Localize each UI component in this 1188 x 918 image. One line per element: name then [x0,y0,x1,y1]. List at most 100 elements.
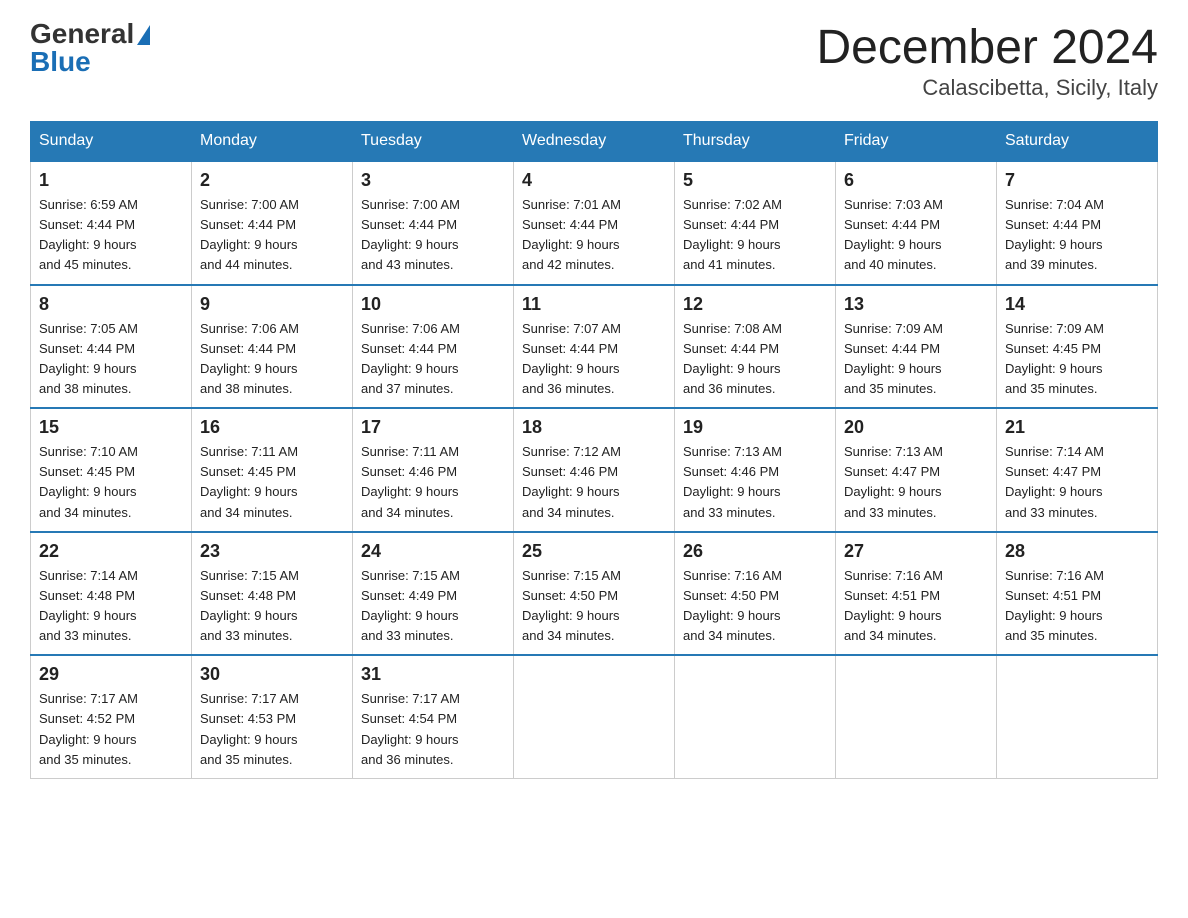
col-monday: Monday [192,122,353,162]
day-number: 8 [39,294,183,315]
col-wednesday: Wednesday [514,122,675,162]
day-number: 12 [683,294,827,315]
day-number: 3 [361,170,505,191]
calendar-cell: 8 Sunrise: 7:05 AMSunset: 4:44 PMDayligh… [31,285,192,409]
day-number: 20 [844,417,988,438]
logo: General Blue [30,20,150,76]
day-number: 16 [200,417,344,438]
day-detail: Sunrise: 7:16 AMSunset: 4:51 PMDaylight:… [844,568,943,643]
day-detail: Sunrise: 7:15 AMSunset: 4:50 PMDaylight:… [522,568,621,643]
calendar-week-row: 22 Sunrise: 7:14 AMSunset: 4:48 PMDaylig… [31,532,1158,656]
day-number: 9 [200,294,344,315]
calendar-cell: 28 Sunrise: 7:16 AMSunset: 4:51 PMDaylig… [997,532,1158,656]
day-detail: Sunrise: 7:15 AMSunset: 4:48 PMDaylight:… [200,568,299,643]
day-detail: Sunrise: 7:17 AMSunset: 4:53 PMDaylight:… [200,691,299,766]
calendar-cell: 13 Sunrise: 7:09 AMSunset: 4:44 PMDaylig… [836,285,997,409]
calendar-cell: 3 Sunrise: 7:00 AMSunset: 4:44 PMDayligh… [353,161,514,285]
calendar-table: Sunday Monday Tuesday Wednesday Thursday… [30,121,1158,779]
day-number: 28 [1005,541,1149,562]
page-header: General Blue December 2024 Calascibetta,… [30,20,1158,101]
calendar-cell: 6 Sunrise: 7:03 AMSunset: 4:44 PMDayligh… [836,161,997,285]
day-detail: Sunrise: 7:16 AMSunset: 4:51 PMDaylight:… [1005,568,1104,643]
day-detail: Sunrise: 7:06 AMSunset: 4:44 PMDaylight:… [361,321,460,396]
col-sunday: Sunday [31,122,192,162]
title-block: December 2024 Calascibetta, Sicily, Ital… [816,20,1158,101]
calendar-cell: 4 Sunrise: 7:01 AMSunset: 4:44 PMDayligh… [514,161,675,285]
day-detail: Sunrise: 7:04 AMSunset: 4:44 PMDaylight:… [1005,197,1104,272]
day-detail: Sunrise: 7:09 AMSunset: 4:45 PMDaylight:… [1005,321,1104,396]
calendar-cell: 9 Sunrise: 7:06 AMSunset: 4:44 PMDayligh… [192,285,353,409]
calendar-cell: 31 Sunrise: 7:17 AMSunset: 4:54 PMDaylig… [353,655,514,778]
col-tuesday: Tuesday [353,122,514,162]
day-detail: Sunrise: 7:10 AMSunset: 4:45 PMDaylight:… [39,444,138,519]
day-detail: Sunrise: 7:15 AMSunset: 4:49 PMDaylight:… [361,568,460,643]
calendar-cell: 18 Sunrise: 7:12 AMSunset: 4:46 PMDaylig… [514,408,675,532]
day-detail: Sunrise: 7:01 AMSunset: 4:44 PMDaylight:… [522,197,621,272]
day-number: 26 [683,541,827,562]
logo-general-text: General [30,18,134,49]
day-number: 27 [844,541,988,562]
day-number: 17 [361,417,505,438]
day-number: 29 [39,664,183,685]
day-number: 6 [844,170,988,191]
day-detail: Sunrise: 7:11 AMSunset: 4:46 PMDaylight:… [361,444,459,519]
day-number: 30 [200,664,344,685]
day-detail: Sunrise: 7:07 AMSunset: 4:44 PMDaylight:… [522,321,621,396]
calendar-cell: 5 Sunrise: 7:02 AMSunset: 4:44 PMDayligh… [675,161,836,285]
day-number: 5 [683,170,827,191]
logo-triangle-icon [137,25,150,45]
day-number: 23 [200,541,344,562]
calendar-cell [997,655,1158,778]
col-friday: Friday [836,122,997,162]
calendar-cell: 21 Sunrise: 7:14 AMSunset: 4:47 PMDaylig… [997,408,1158,532]
day-number: 14 [1005,294,1149,315]
calendar-cell: 15 Sunrise: 7:10 AMSunset: 4:45 PMDaylig… [31,408,192,532]
col-thursday: Thursday [675,122,836,162]
page-subtitle: Calascibetta, Sicily, Italy [816,75,1158,101]
day-detail: Sunrise: 7:09 AMSunset: 4:44 PMDaylight:… [844,321,943,396]
day-detail: Sunrise: 7:00 AMSunset: 4:44 PMDaylight:… [200,197,299,272]
calendar-cell [836,655,997,778]
day-detail: Sunrise: 7:00 AMSunset: 4:44 PMDaylight:… [361,197,460,272]
day-detail: Sunrise: 6:59 AMSunset: 4:44 PMDaylight:… [39,197,138,272]
calendar-week-row: 15 Sunrise: 7:10 AMSunset: 4:45 PMDaylig… [31,408,1158,532]
calendar-cell: 2 Sunrise: 7:00 AMSunset: 4:44 PMDayligh… [192,161,353,285]
calendar-cell: 10 Sunrise: 7:06 AMSunset: 4:44 PMDaylig… [353,285,514,409]
day-number: 24 [361,541,505,562]
calendar-cell: 23 Sunrise: 7:15 AMSunset: 4:48 PMDaylig… [192,532,353,656]
day-detail: Sunrise: 7:03 AMSunset: 4:44 PMDaylight:… [844,197,943,272]
day-detail: Sunrise: 7:13 AMSunset: 4:47 PMDaylight:… [844,444,943,519]
calendar-header-row: Sunday Monday Tuesday Wednesday Thursday… [31,122,1158,162]
calendar-cell: 7 Sunrise: 7:04 AMSunset: 4:44 PMDayligh… [997,161,1158,285]
day-detail: Sunrise: 7:12 AMSunset: 4:46 PMDaylight:… [522,444,621,519]
day-number: 2 [200,170,344,191]
logo-blue-text: Blue [30,46,91,77]
calendar-cell: 29 Sunrise: 7:17 AMSunset: 4:52 PMDaylig… [31,655,192,778]
day-detail: Sunrise: 7:02 AMSunset: 4:44 PMDaylight:… [683,197,782,272]
day-detail: Sunrise: 7:17 AMSunset: 4:54 PMDaylight:… [361,691,460,766]
day-number: 22 [39,541,183,562]
calendar-cell: 12 Sunrise: 7:08 AMSunset: 4:44 PMDaylig… [675,285,836,409]
day-detail: Sunrise: 7:14 AMSunset: 4:48 PMDaylight:… [39,568,138,643]
day-number: 18 [522,417,666,438]
calendar-cell: 25 Sunrise: 7:15 AMSunset: 4:50 PMDaylig… [514,532,675,656]
calendar-cell: 24 Sunrise: 7:15 AMSunset: 4:49 PMDaylig… [353,532,514,656]
calendar-cell: 27 Sunrise: 7:16 AMSunset: 4:51 PMDaylig… [836,532,997,656]
calendar-week-row: 29 Sunrise: 7:17 AMSunset: 4:52 PMDaylig… [31,655,1158,778]
day-number: 1 [39,170,183,191]
calendar-cell: 26 Sunrise: 7:16 AMSunset: 4:50 PMDaylig… [675,532,836,656]
calendar-cell: 16 Sunrise: 7:11 AMSunset: 4:45 PMDaylig… [192,408,353,532]
day-detail: Sunrise: 7:11 AMSunset: 4:45 PMDaylight:… [200,444,298,519]
day-number: 21 [1005,417,1149,438]
day-number: 10 [361,294,505,315]
day-number: 25 [522,541,666,562]
page-title: December 2024 [816,20,1158,75]
day-detail: Sunrise: 7:06 AMSunset: 4:44 PMDaylight:… [200,321,299,396]
day-number: 4 [522,170,666,191]
day-number: 19 [683,417,827,438]
calendar-cell: 30 Sunrise: 7:17 AMSunset: 4:53 PMDaylig… [192,655,353,778]
calendar-cell [514,655,675,778]
calendar-cell: 17 Sunrise: 7:11 AMSunset: 4:46 PMDaylig… [353,408,514,532]
day-number: 31 [361,664,505,685]
day-number: 11 [522,294,666,315]
